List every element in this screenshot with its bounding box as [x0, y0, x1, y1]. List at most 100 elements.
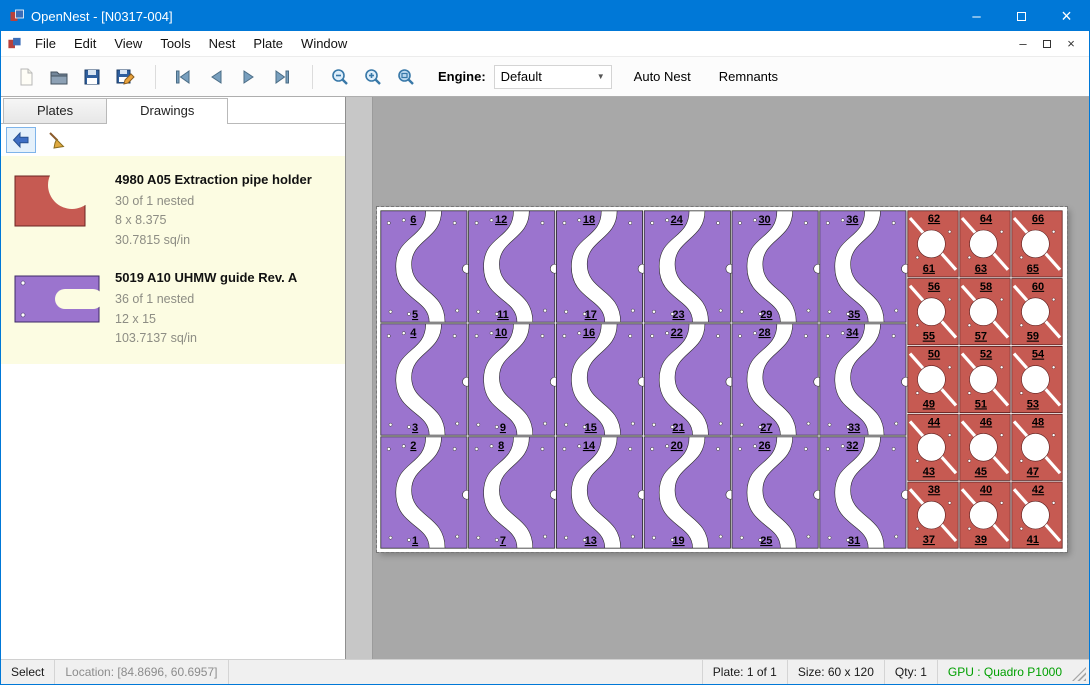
svg-text:36: 36 — [846, 214, 858, 226]
svg-text:14: 14 — [583, 440, 596, 452]
engine-select[interactable]: Default ▼ — [494, 65, 612, 89]
menu-item-tools[interactable]: Tools — [151, 32, 199, 55]
tab-plates[interactable]: Plates — [3, 98, 107, 123]
toolbar-separator — [155, 65, 156, 89]
svg-text:5: 5 — [412, 309, 418, 321]
svg-text:59: 59 — [1027, 331, 1039, 343]
svg-text:1: 1 — [412, 535, 418, 547]
previous-button[interactable] — [201, 62, 231, 92]
auto-nest-button[interactable]: Auto Nest — [628, 64, 697, 89]
open-button[interactable] — [44, 62, 74, 92]
drawing-size: 12 x 15 — [115, 310, 297, 329]
clear-button[interactable] — [41, 127, 71, 153]
plate[interactable]: 6512111817242330293635431091615222128273… — [377, 207, 1067, 552]
svg-text:38: 38 — [928, 484, 940, 496]
svg-text:40: 40 — [980, 484, 992, 496]
svg-text:64: 64 — [980, 213, 993, 225]
remnants-button[interactable]: Remnants — [713, 64, 784, 89]
svg-text:15: 15 — [585, 422, 597, 434]
status-spacer — [229, 660, 702, 684]
svg-text:47: 47 — [1027, 466, 1039, 478]
last-page-button[interactable] — [267, 62, 297, 92]
zoom-fit-button[interactable] — [391, 62, 421, 92]
svg-text:41: 41 — [1027, 534, 1039, 546]
svg-text:53: 53 — [1027, 398, 1039, 410]
svg-text:65: 65 — [1027, 263, 1039, 275]
drawing-nested-count: 36 of 1 nested — [115, 290, 297, 309]
window-title: OpenNest - [N0317-004] — [31, 9, 173, 24]
drawing-area: 103.7137 sq/in — [115, 329, 297, 348]
svg-text:23: 23 — [672, 309, 684, 321]
save-floppy-icon — [82, 67, 102, 87]
broom-icon — [46, 130, 66, 150]
svg-text:45: 45 — [975, 466, 987, 478]
canvas-area[interactable]: 6512111817242330293635431091615222128273… — [346, 97, 1089, 659]
mdi-minimize-button[interactable]: – — [1011, 35, 1035, 53]
svg-text:66: 66 — [1032, 213, 1044, 225]
svg-text:4: 4 — [410, 327, 417, 339]
window-controls: – × — [954, 1, 1089, 31]
svg-text:44: 44 — [928, 416, 941, 428]
zoom-out-button[interactable] — [325, 62, 355, 92]
close-button[interactable]: × — [1044, 1, 1089, 31]
svg-text:3: 3 — [412, 422, 418, 434]
engine-value: Default — [501, 69, 597, 84]
svg-text:39: 39 — [975, 534, 987, 546]
svg-text:50: 50 — [928, 349, 940, 361]
svg-text:33: 33 — [848, 422, 860, 434]
svg-text:35: 35 — [848, 309, 860, 321]
mdi-close-button[interactable]: × — [1059, 35, 1083, 53]
menu-item-window[interactable]: Window — [292, 32, 356, 55]
svg-text:10: 10 — [495, 327, 507, 339]
menu-item-nest[interactable]: Nest — [200, 32, 245, 55]
svg-text:26: 26 — [758, 440, 770, 452]
drawing-item-uhmw-guide[interactable]: 5019 A10 UHMW guide Rev. A 36 of 1 neste… — [1, 260, 345, 358]
last-page-icon — [272, 67, 292, 87]
menu-item-edit[interactable]: Edit — [65, 32, 105, 55]
main-toolbar: Engine: Default ▼ Auto Nest Remnants — [1, 57, 1089, 97]
new-button[interactable] — [11, 62, 41, 92]
zoom-in-button[interactable] — [358, 62, 388, 92]
plate-svg: 6512111817242330293635431091615222128273… — [377, 207, 1067, 552]
svg-text:55: 55 — [923, 331, 935, 343]
menu-item-view[interactable]: View — [105, 32, 151, 55]
status-qty: Qty: 1 — [884, 660, 937, 684]
menu-item-plate[interactable]: Plate — [244, 32, 292, 55]
save-button[interactable] — [77, 62, 107, 92]
svg-text:12: 12 — [495, 214, 507, 226]
svg-text:9: 9 — [500, 422, 506, 434]
next-button[interactable] — [234, 62, 264, 92]
menu-item-file[interactable]: File — [26, 32, 65, 55]
drawing-info: 4980 A05 Extraction pipe holder 30 of 1 … — [115, 170, 312, 250]
svg-text:57: 57 — [975, 331, 987, 343]
minimize-button[interactable]: – — [954, 1, 999, 31]
resize-grip[interactable] — [1072, 667, 1086, 681]
svg-text:61: 61 — [923, 263, 935, 275]
svg-text:24: 24 — [671, 214, 684, 226]
svg-text:63: 63 — [975, 263, 987, 275]
back-arrow-button[interactable] — [6, 127, 36, 153]
svg-text:60: 60 — [1032, 281, 1044, 293]
drawing-area: 30.7815 sq/in — [115, 231, 312, 250]
mdi-restore-button[interactable] — [1035, 35, 1059, 53]
save-as-button[interactable] — [110, 62, 140, 92]
svg-text:2: 2 — [410, 440, 416, 452]
tab-drawings[interactable]: Drawings — [106, 98, 228, 124]
mdi-restore-icon — [1043, 40, 1051, 48]
svg-text:11: 11 — [497, 309, 509, 321]
maximize-button[interactable] — [999, 1, 1044, 31]
first-page-button[interactable] — [168, 62, 198, 92]
svg-text:20: 20 — [671, 440, 683, 452]
svg-text:28: 28 — [758, 327, 770, 339]
svg-text:7: 7 — [500, 535, 506, 547]
first-page-icon — [173, 67, 193, 87]
drawing-item-extraction-pipe-holder[interactable]: 4980 A05 Extraction pipe holder 30 of 1 … — [1, 162, 345, 260]
drawing-nested-count: 30 of 1 nested — [115, 192, 312, 211]
svg-text:13: 13 — [585, 535, 597, 547]
svg-text:29: 29 — [760, 309, 772, 321]
svg-text:37: 37 — [923, 534, 935, 546]
new-page-icon — [16, 67, 36, 87]
drawing-title: 4980 A05 Extraction pipe holder — [115, 172, 312, 187]
svg-text:27: 27 — [760, 422, 772, 434]
drawing-info: 5019 A10 UHMW guide Rev. A 36 of 1 neste… — [115, 268, 297, 348]
